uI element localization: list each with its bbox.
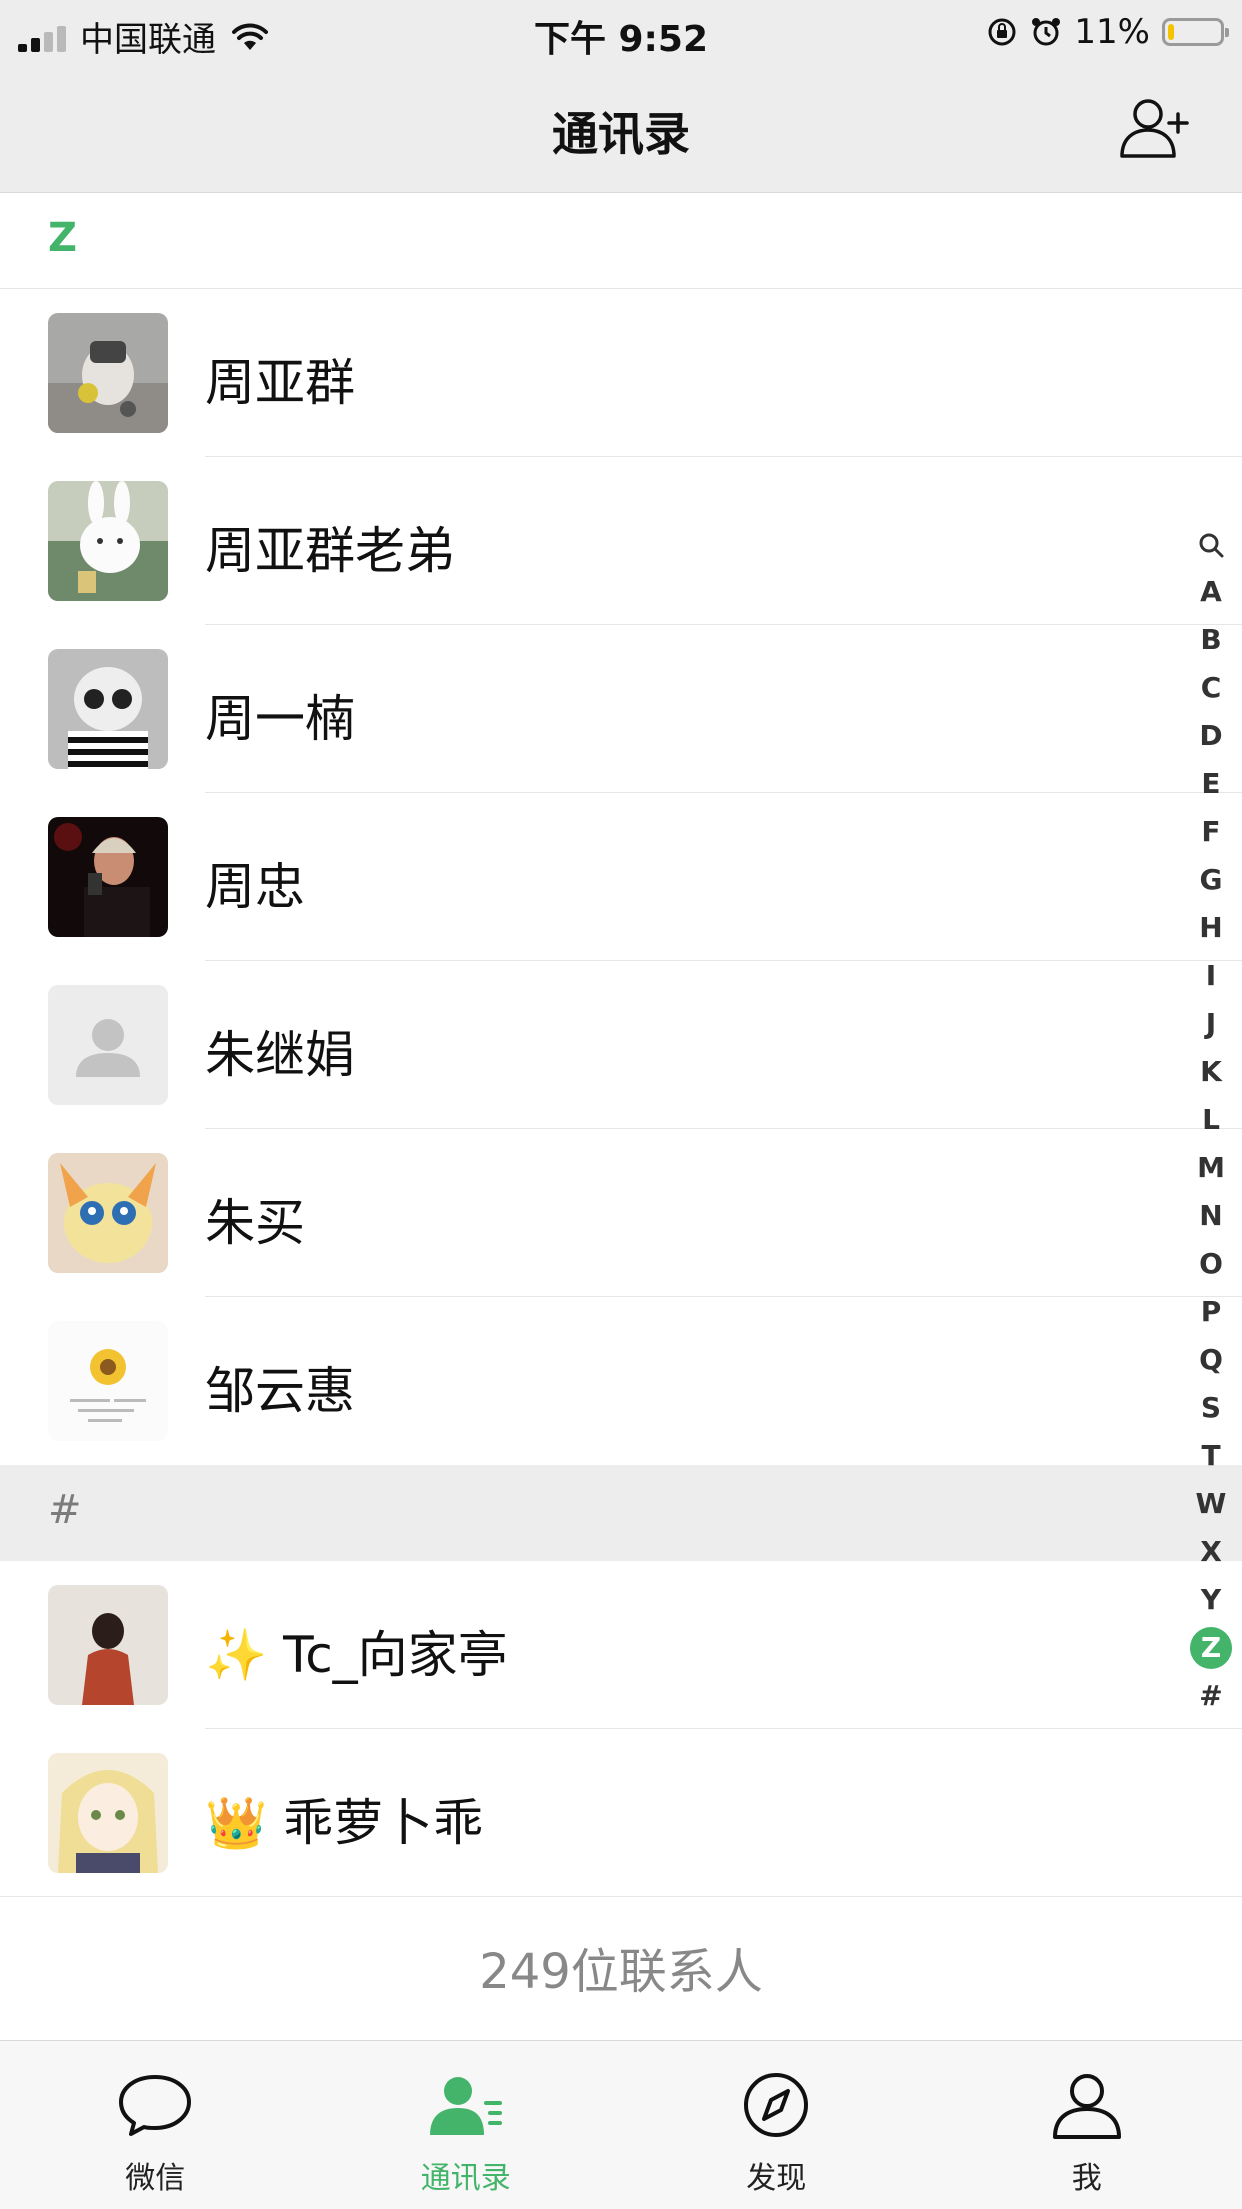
- alphabet-index[interactable]: ABCDEFGHIJKLMNOPQSTWXYZ#: [1188, 520, 1234, 1720]
- section-header-hash: #: [0, 1465, 1242, 1561]
- contact-row[interactable]: 邹云惠: [0, 1297, 1242, 1465]
- index-letter[interactable]: P: [1188, 1288, 1234, 1336]
- index-letter[interactable]: N: [1188, 1192, 1234, 1240]
- index-letter[interactable]: B: [1188, 616, 1234, 664]
- wifi-icon: [230, 22, 270, 52]
- tab-discover[interactable]: 发现: [621, 2041, 932, 2209]
- tab-bar: 微信 通讯录 发现 我: [0, 2040, 1242, 2209]
- status-right: 11%: [986, 12, 1224, 52]
- contact-row[interactable]: 朱继娟: [0, 961, 1242, 1129]
- contact-row[interactable]: 周一楠: [0, 625, 1242, 793]
- contact-name: 朱继娟: [205, 1015, 355, 1087]
- avatar: [48, 313, 168, 433]
- contact-row[interactable]: 周亚群: [0, 289, 1242, 457]
- tab-chats[interactable]: 微信: [0, 2041, 311, 2209]
- tab-label: 发现: [621, 2153, 932, 2197]
- contact-row[interactable]: 朱买: [0, 1129, 1242, 1297]
- section-letter: #: [48, 1487, 82, 1533]
- avatar: [48, 1585, 168, 1705]
- tab-label: 微信: [0, 2153, 311, 2197]
- contact-row[interactable]: 周亚群老弟: [0, 457, 1242, 625]
- index-letter[interactable]: #: [1188, 1672, 1234, 1720]
- rotation-lock-icon: [986, 16, 1018, 48]
- index-letter[interactable]: S: [1188, 1384, 1234, 1432]
- avatar: [48, 817, 168, 937]
- index-letter[interactable]: T: [1188, 1432, 1234, 1480]
- index-letter[interactable]: M: [1188, 1144, 1234, 1192]
- carrier-name: 中国联通: [80, 12, 216, 61]
- tab-label: 我: [932, 2153, 1242, 2197]
- contact-row[interactable]: 周忠: [0, 793, 1242, 961]
- battery-level: [1168, 24, 1174, 40]
- contacts-icon: [426, 2071, 506, 2141]
- avatar: [48, 1753, 168, 1873]
- battery-icon: [1162, 18, 1224, 46]
- contact-row[interactable]: 👑 乖萝卜乖: [0, 1729, 1242, 1897]
- alarm-icon: [1030, 16, 1062, 48]
- avatar: [48, 1321, 168, 1441]
- chat-bubble-icon: [115, 2071, 195, 2141]
- index-letter[interactable]: A: [1188, 568, 1234, 616]
- index-letter[interactable]: Y: [1188, 1576, 1234, 1624]
- contact-name: 朱买: [205, 1183, 305, 1255]
- contact-name: ✨ Tc_向家亭: [205, 1615, 508, 1687]
- index-letter[interactable]: L: [1188, 1096, 1234, 1144]
- page-title: 通讯录: [0, 98, 1242, 164]
- avatar: [48, 1153, 168, 1273]
- index-letter[interactable]: H: [1188, 904, 1234, 952]
- section-letter: Z: [48, 215, 77, 261]
- index-letter[interactable]: Z: [1188, 1624, 1234, 1672]
- contact-name: 邹云惠: [205, 1351, 355, 1423]
- person-icon: [1047, 2071, 1127, 2141]
- avatar: [48, 649, 168, 769]
- status-left: 中国联通: [18, 12, 270, 61]
- index-letter[interactable]: O: [1188, 1240, 1234, 1288]
- index-letter[interactable]: K: [1188, 1048, 1234, 1096]
- contact-name: 周忠: [205, 847, 305, 919]
- nav-bar: 通讯录: [0, 62, 1242, 193]
- tab-label: 通讯录: [311, 2153, 622, 2197]
- contact-name: 周亚群老弟: [205, 511, 455, 583]
- tab-me[interactable]: 我: [932, 2041, 1242, 2209]
- battery-percent: 11%: [1074, 12, 1150, 52]
- compass-icon: [736, 2071, 816, 2141]
- index-letter[interactable]: J: [1188, 1000, 1234, 1048]
- index-letter[interactable]: I: [1188, 952, 1234, 1000]
- contact-list: Z 周亚群 周亚群老弟 周一楠 周忠 朱继娟: [0, 193, 1242, 2047]
- index-letter[interactable]: D: [1188, 712, 1234, 760]
- contact-row[interactable]: ✨ Tc_向家亭: [0, 1561, 1242, 1729]
- index-letter[interactable]: F: [1188, 808, 1234, 856]
- contact-name: 周亚群: [205, 343, 355, 415]
- index-letter[interactable]: E: [1188, 760, 1234, 808]
- index-letter[interactable]: X: [1188, 1528, 1234, 1576]
- default-avatar-icon: [48, 985, 168, 1105]
- tab-contacts[interactable]: 通讯录: [311, 2041, 622, 2209]
- index-letter[interactable]: C: [1188, 664, 1234, 712]
- contact-count: 249位联系人: [0, 1897, 1242, 2047]
- index-letter[interactable]: G: [1188, 856, 1234, 904]
- add-contact-icon[interactable]: [1118, 94, 1190, 160]
- index-letter[interactable]: Q: [1188, 1336, 1234, 1384]
- index-letter[interactable]: W: [1188, 1480, 1234, 1528]
- status-bar: 中国联通 下午 9:52 11%: [0, 0, 1242, 62]
- contact-name: 周一楠: [205, 679, 355, 751]
- section-header-z: Z: [0, 193, 1242, 289]
- avatar: [48, 481, 168, 601]
- search-icon[interactable]: [1188, 520, 1234, 568]
- signal-strength-icon: [18, 22, 66, 52]
- contact-name: 👑 乖萝卜乖: [205, 1783, 483, 1855]
